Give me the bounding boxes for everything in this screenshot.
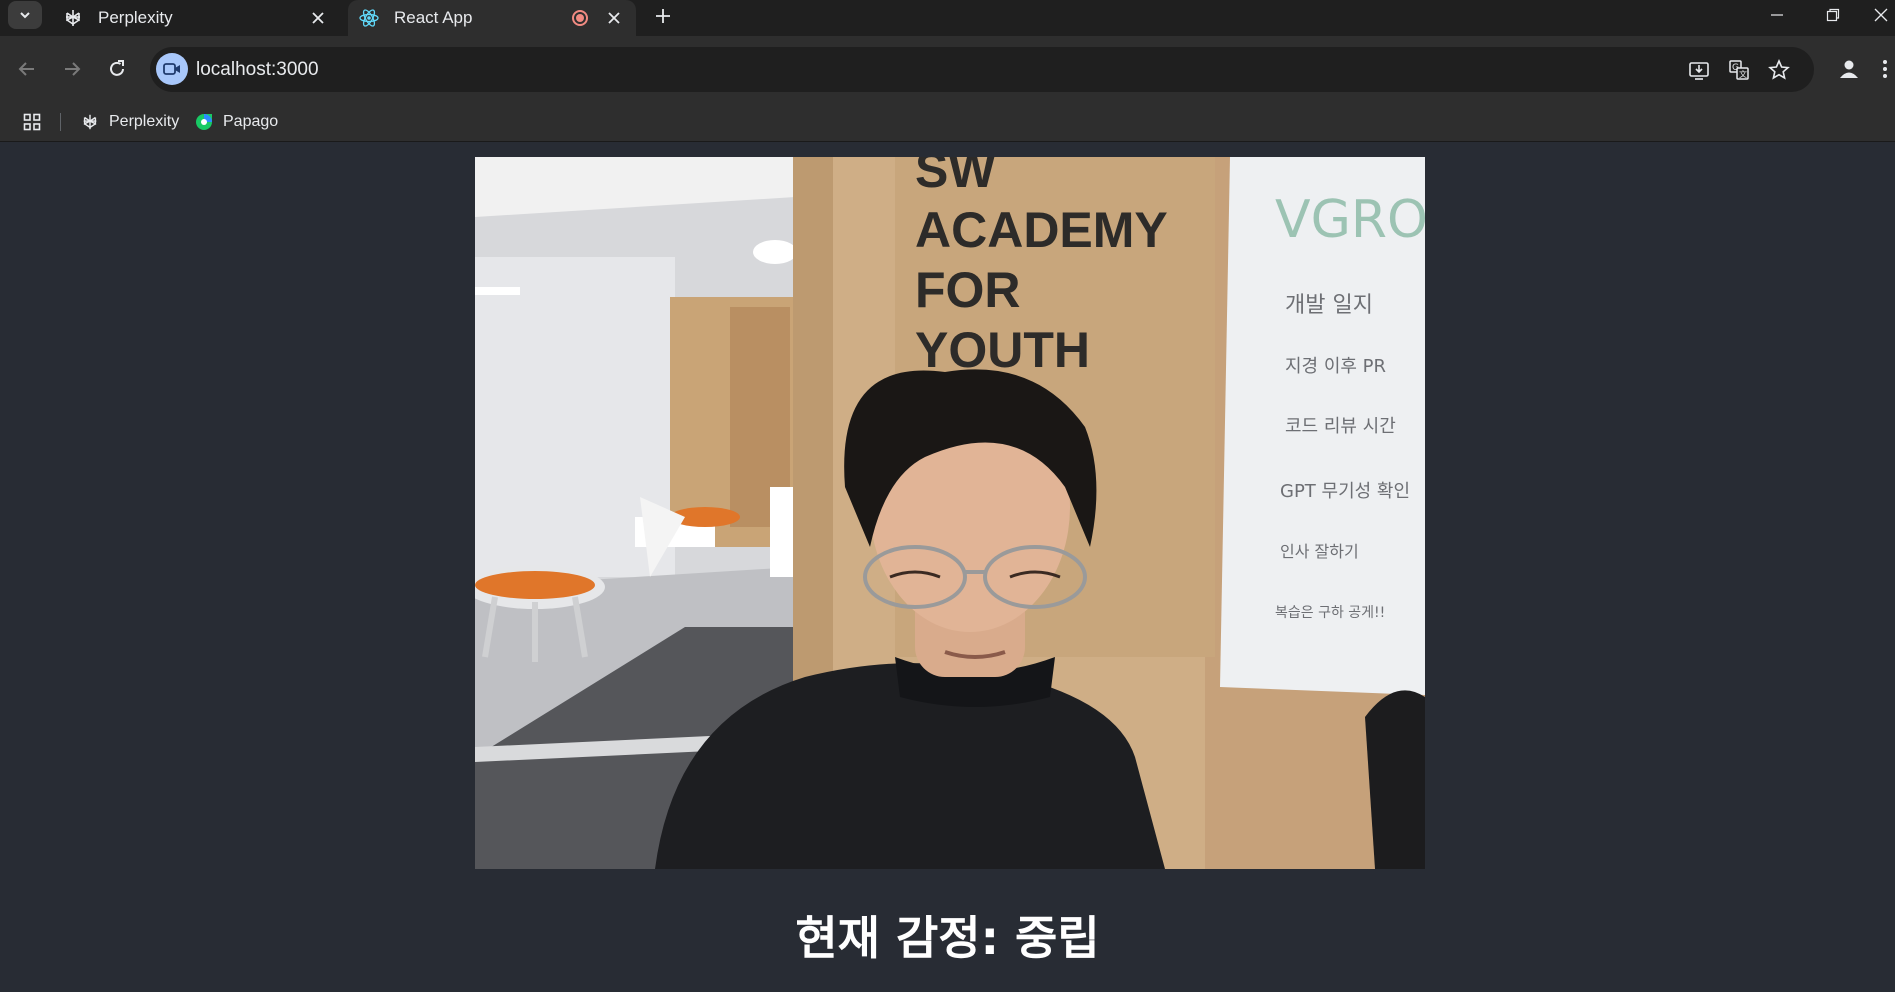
- forward-button[interactable]: [55, 52, 89, 86]
- close-icon: [1874, 8, 1887, 22]
- tab-react-app[interactable]: React App: [348, 0, 636, 36]
- perplexity-icon: [80, 112, 100, 132]
- sign-line-4: YOUTH: [915, 322, 1090, 378]
- react-icon: [358, 7, 380, 29]
- current-emotion-label: 현재 감정: 중립: [795, 911, 1100, 965]
- poster-item-2: 지경 이후 PR: [1285, 356, 1386, 377]
- bookmark-perplexity[interactable]: Perplexity: [80, 108, 179, 136]
- poster-header: VGRO: [1275, 190, 1425, 250]
- poster-item-6: 복습은 구하 공게!!: [1275, 605, 1385, 621]
- apps-grid-icon[interactable]: [20, 110, 44, 134]
- restore-button[interactable]: [1813, 0, 1853, 30]
- sign-line-1: SW: [915, 157, 996, 198]
- tab-perplexity[interactable]: Perplexity: [50, 0, 340, 36]
- arrow-right-icon: [65, 62, 81, 76]
- perplexity-icon: [62, 7, 84, 29]
- arrow-left-icon: [18, 62, 34, 76]
- translate-icon[interactable]: G文: [1726, 57, 1752, 83]
- bookmark-star-icon[interactable]: [1766, 57, 1792, 83]
- sign-line-2: ACADEMY: [915, 202, 1168, 258]
- poster-item-4: GPT 무기성 확인: [1280, 481, 1410, 502]
- svg-text:文: 文: [1739, 69, 1747, 79]
- browser-menu-button[interactable]: [1878, 52, 1892, 86]
- close-icon[interactable]: [306, 6, 330, 30]
- bookmarks-bar: Perplexity Papago: [0, 102, 1895, 142]
- minimize-icon: [1771, 14, 1783, 16]
- poster-item-3: 코드 리뷰 시간: [1285, 416, 1396, 437]
- plus-icon: [656, 9, 670, 23]
- close-window-button[interactable]: [1866, 0, 1895, 30]
- more-vertical-icon: [1883, 60, 1887, 78]
- profile-button[interactable]: [1832, 52, 1866, 86]
- tab-strip: Perplexity React App: [0, 0, 1895, 36]
- back-button[interactable]: [10, 52, 44, 86]
- tab-title: React App: [394, 8, 473, 27]
- poster-item-1: 개발 일지: [1285, 293, 1373, 318]
- bookmarks-divider: [60, 113, 61, 131]
- bookmark-label: Papago: [223, 113, 279, 130]
- new-tab-button[interactable]: [650, 3, 676, 29]
- tab-title: Perplexity: [98, 8, 173, 27]
- address-bar[interactable]: localhost:3000 G文: [150, 47, 1814, 92]
- webcam-video: SW ACADEMY FOR YOUTH VGRO 개발 일지 지경 이후 PR…: [475, 157, 1425, 869]
- sign-line-3: FOR: [915, 262, 1021, 318]
- webcam-frame: SW ACADEMY FOR YOUTH VGRO 개발 일지 지경 이후 PR…: [475, 157, 1425, 869]
- minimize-button[interactable]: [1757, 0, 1797, 30]
- chevron-down-icon: [20, 12, 30, 19]
- bookmark-papago[interactable]: Papago: [194, 108, 278, 136]
- papago-icon: [194, 112, 214, 132]
- reload-button[interactable]: [100, 52, 134, 86]
- reload-icon: [110, 60, 124, 76]
- bookmark-label: Perplexity: [109, 113, 180, 130]
- person-icon: [1840, 60, 1858, 78]
- url-text[interactable]: localhost:3000: [196, 59, 319, 81]
- recording-indicator-icon: [572, 10, 588, 26]
- browser-toolbar: localhost:3000 G文: [0, 36, 1895, 102]
- close-icon[interactable]: [602, 6, 626, 30]
- restore-icon: [1826, 8, 1840, 22]
- tab-search-button[interactable]: [8, 1, 42, 29]
- install-app-icon[interactable]: [1686, 57, 1712, 83]
- poster-item-5: 인사 잘하기: [1280, 542, 1359, 561]
- camera-in-use-icon[interactable]: [156, 53, 188, 85]
